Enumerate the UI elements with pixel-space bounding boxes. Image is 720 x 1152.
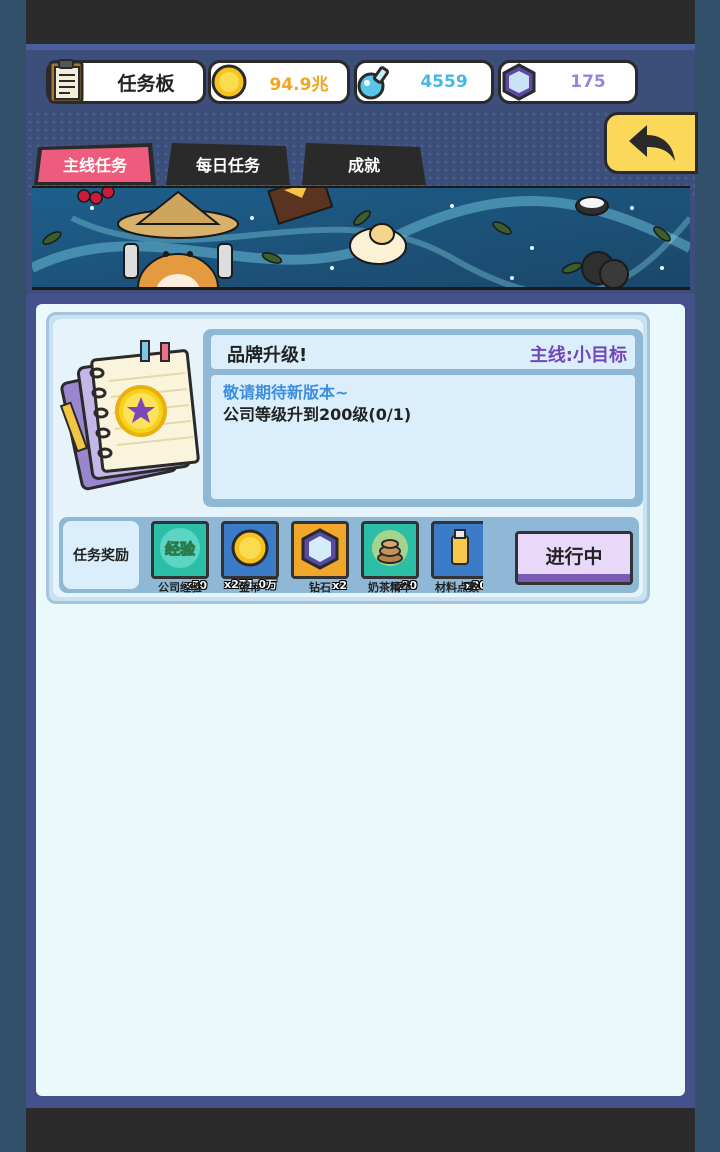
hex-gem-icon (495, 57, 543, 107)
task-type: 主线:小目标 (529, 345, 627, 366)
reward-name: 公司经验 (158, 581, 202, 594)
gold-value: 94.9兆 (269, 74, 329, 95)
task-title-bar: 品牌升级! 主线:小目标 (211, 335, 635, 369)
exp-badge-text: 经验 (165, 540, 196, 558)
gem-value: 175 (570, 72, 606, 92)
task-subtitle: 敬请期待新版本~ (223, 383, 349, 402)
reward-name: 金币 (239, 581, 261, 594)
back-button[interactable] (604, 112, 698, 174)
diamond-icon (291, 521, 349, 579)
tab-achievements-label: 成就 (347, 156, 380, 175)
material-points-icon (431, 521, 483, 579)
reward-item-exp[interactable]: 经验 x50 公司经验 (151, 521, 209, 594)
in-progress-button[interactable]: 进行中 (515, 531, 633, 585)
reward-item-material[interactable]: x20 材料点数 (431, 521, 483, 593)
gold-coin-icon (205, 57, 253, 107)
tab-main-quests-label: 主线任务 (62, 156, 127, 175)
tab-daily-quests[interactable]: 每日任务 (166, 143, 290, 185)
reward-name: 钻石 (309, 581, 331, 594)
in-progress-label: 进行中 (545, 545, 603, 568)
reward-item-gold[interactable]: x271.0万 金币 (221, 521, 279, 594)
content-frame: 品牌升级! 主线:小目标 敬请期待新版本~ 公司等级升到200级(0/1) 任务… (26, 294, 695, 1108)
gold-counter[interactable]: 94.9兆 (208, 60, 350, 104)
notebook-star-icon (57, 333, 207, 493)
potion-value: 4559 (420, 72, 468, 92)
task-board-label: 任务板 (117, 72, 175, 95)
exp-icon: 经验 (151, 521, 209, 579)
potion-counter[interactable]: 4559 (354, 60, 494, 104)
game-frame: 任务板 94.9兆 4559 175 主线任务 每日任务 成就 品牌升级! 主线… (26, 0, 698, 1152)
task-info: 品牌升级! 主线:小目标 敬请期待新版本~ 公司等级升到200级(0/1) (203, 329, 643, 507)
left-background (0, 0, 26, 1152)
reward-label: 任务奖励 (63, 521, 139, 589)
reward-name: 奶茶精华 (368, 581, 412, 594)
task-board-title: 任务板 (43, 57, 206, 107)
task-title: 品牌升级! (227, 345, 308, 366)
quest-banner-art (32, 186, 690, 290)
reward-bar: 任务奖励 经验 x50 公司经验 x271.0万 金币 x2 钻石 x20 奶茶… (59, 517, 639, 594)
clipboard-icon (43, 57, 91, 107)
quest-card: 品牌升级! 主线:小目标 敬请期待新版本~ 公司等级升到200级(0/1) 任务… (46, 312, 650, 604)
task-requirement: 公司等级升到200级(0/1) (223, 405, 412, 424)
potion-flask-icon (351, 57, 399, 107)
gold-coin-icon (221, 521, 279, 579)
milk-tea-essence-icon (361, 521, 419, 579)
tab-achievements[interactable]: 成就 (302, 143, 426, 185)
top-bar (26, 0, 695, 44)
reward-item-diamond[interactable]: x2 钻石 (291, 521, 349, 594)
tab-daily-quests-label: 每日任务 (195, 156, 260, 175)
back-arrow-icon (629, 125, 675, 161)
task-description: 敬请期待新版本~ 公司等级升到200级(0/1) (211, 375, 635, 499)
reward-item-milk-tea[interactable]: x20 奶茶精华 (361, 521, 419, 594)
tab-main-quests[interactable]: 主线任务 (34, 143, 156, 185)
gem-counter[interactable]: 175 (498, 60, 638, 104)
quest-list[interactable]: 品牌升级! 主线:小目标 敬请期待新版本~ 公司等级升到200级(0/1) 任务… (36, 304, 685, 1096)
bottom-bar (26, 1108, 695, 1152)
quest-card-body: 品牌升级! 主线:小目标 敬请期待新版本~ 公司等级升到200级(0/1) 任务… (53, 319, 643, 597)
reward-name: 材料点数 (435, 581, 479, 593)
